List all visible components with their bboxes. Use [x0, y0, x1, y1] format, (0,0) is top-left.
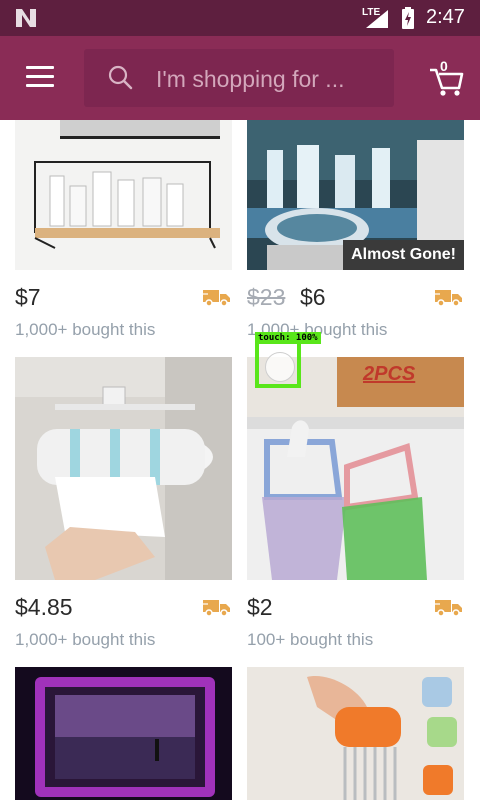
touch-label: touch: 100% — [255, 332, 321, 344]
product-price: $4.85 — [15, 594, 73, 620]
bought-count: 1,000+ bought this — [15, 320, 156, 339]
product-price: $7 — [15, 284, 41, 310]
product-image-paper-towel — [15, 357, 232, 580]
product-image[interactable]: 2PCS — [247, 357, 464, 580]
truck-shipping-icon — [434, 600, 462, 617]
signal-icon — [366, 10, 388, 28]
touch-point-icon — [265, 352, 295, 382]
product-image[interactable]: Almost Gone! — [247, 120, 464, 270]
product-image[interactable] — [15, 357, 232, 580]
search-bar[interactable] — [84, 49, 394, 107]
product-image[interactable] — [15, 667, 232, 800]
product-price: $2 — [247, 594, 273, 620]
product-image-onion-holder — [247, 667, 464, 800]
truck-shipping-icon — [202, 600, 230, 617]
hamburger-menu-icon — [26, 66, 54, 69]
product-image[interactable] — [15, 120, 232, 270]
battery-charging-icon — [402, 7, 414, 29]
bought-count: 100+ bought this — [247, 630, 374, 649]
truck-shipping-icon — [202, 290, 230, 307]
search-input[interactable] — [154, 61, 394, 97]
status-bar: LTE 2:47 — [0, 0, 480, 36]
search-icon — [108, 65, 133, 90]
image-caption: 2PCS — [363, 363, 416, 385]
top-app-bar: 0 — [0, 36, 480, 120]
truck-shipping-icon — [434, 290, 462, 307]
product-image[interactable] — [247, 667, 464, 800]
product-image-led-tv — [15, 667, 232, 800]
clock: 2:47 — [426, 6, 465, 28]
product-image-bag-holder — [247, 357, 464, 580]
original-price: $23 — [247, 284, 286, 310]
product-price: $6 — [300, 284, 326, 310]
app-logo-icon — [16, 9, 36, 27]
almost-gone-badge: Almost Gone! — [343, 240, 464, 270]
menu-button[interactable] — [26, 66, 56, 90]
product-image-shelf — [15, 120, 232, 270]
cart-count-badge: 0 — [440, 58, 448, 74]
bought-count: 1,000+ bought this — [15, 630, 156, 649]
